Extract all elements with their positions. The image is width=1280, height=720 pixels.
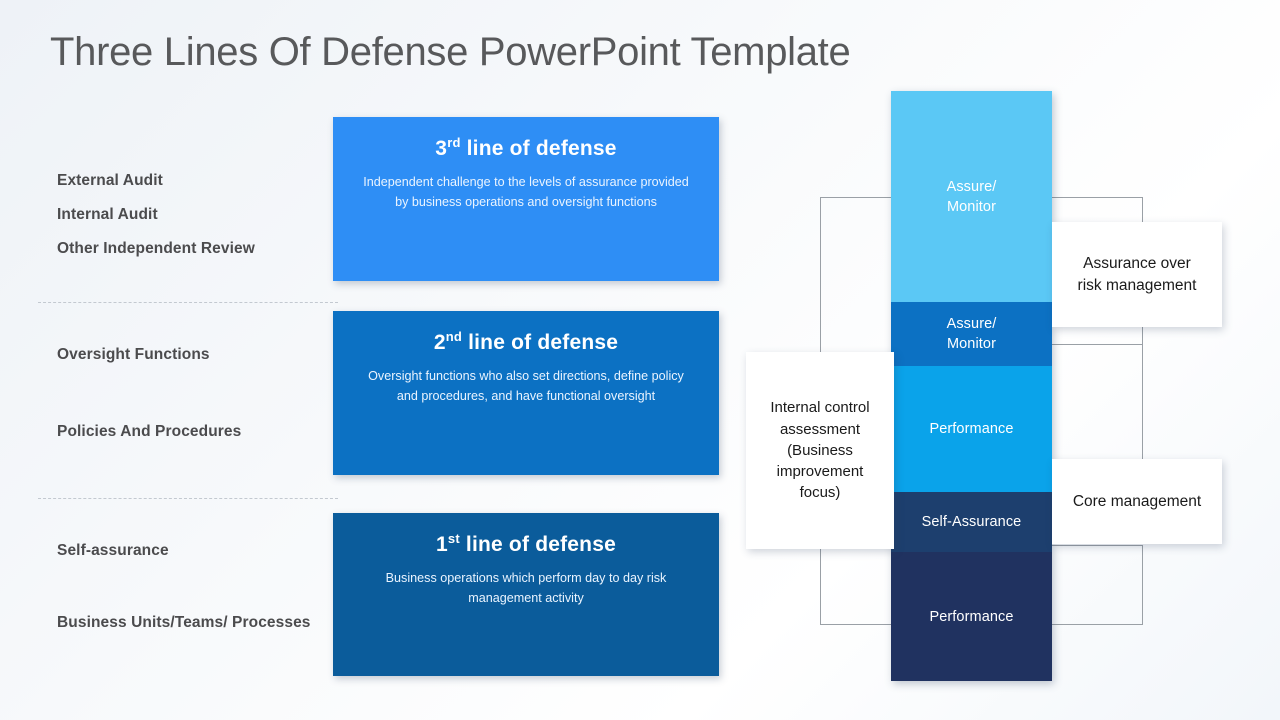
callout-internal-control-assessment[interactable]: Internal control assessment (Business im… (746, 352, 894, 549)
defense-line-title-rest-first: line of defense (459, 533, 616, 556)
label-self-assurance: Self-assurance (57, 542, 169, 559)
stack-segment-assure-monitor-top[interactable]: Assure/ Monitor (891, 91, 1052, 302)
stack-segment-performance-middle[interactable]: Performance (891, 366, 1052, 492)
callout-text: Internal control assessment (Business im… (770, 399, 870, 502)
defense-line-title-rest-third: line of defense (460, 137, 617, 160)
stack-segment-performance-bottom[interactable]: Performance (891, 552, 1052, 681)
defense-line-box-third[interactable]: 3rd line of defense Independent challeng… (333, 117, 719, 281)
callout-assurance-over-risk-management[interactable]: Assurance over risk management (1052, 222, 1222, 327)
label-oversight-functions: Oversight Functions (57, 346, 210, 363)
ordinal-suffix-first: st (447, 531, 460, 546)
stack-segment-label: Self-Assurance (921, 514, 1022, 530)
defense-line-box-second[interactable]: 2nd line of defense Oversight functions … (333, 311, 719, 475)
defense-line-title-second: 2nd line of defense (359, 329, 693, 354)
defense-line-box-first[interactable]: 1st line of defense Business operations … (333, 513, 719, 676)
defense-line-description-third: Independent challenge to the levels of a… (363, 175, 689, 209)
stack-segment-label: Performance (929, 608, 1014, 625)
stack-segment-label: Assure/ Monitor (946, 316, 997, 352)
ordinal-number-third: 3 (435, 137, 448, 160)
stacked-column: Assure/ Monitor Assure/ Monitor Performa… (891, 91, 1052, 681)
defense-line-description-second: Oversight functions who also set directi… (368, 369, 684, 403)
ordinal-suffix-second: nd (445, 329, 463, 344)
label-external-audit: External Audit (57, 172, 163, 189)
ordinal-number-first: 1 (436, 533, 448, 556)
label-group-second-line: Oversight Functions Policies And Procedu… (57, 346, 322, 500)
stack-segment-self-assurance[interactable]: Self-Assurance (891, 492, 1052, 552)
label-business-units-teams-processes: Business Units/Teams/ Processes (57, 613, 311, 631)
stack-segment-assure-monitor-second[interactable]: Assure/ Monitor (891, 302, 1052, 366)
callout-text: Assurance over risk management (1077, 254, 1197, 294)
page-title: Three Lines Of Defense PowerPoint Templa… (50, 30, 851, 74)
ordinal-suffix-third: rd (447, 135, 461, 150)
defense-line-title-first: 1st line of defense (359, 531, 693, 556)
label-group-third-line: External Audit Internal Audit Other Inde… (57, 172, 322, 274)
label-internal-audit: Internal Audit (57, 205, 158, 223)
defense-line-title-third: 3rd line of defense (359, 135, 693, 160)
defense-line-description-first: Business operations which perform day to… (385, 571, 667, 605)
defense-line-title-rest-second: line of defense (462, 331, 619, 354)
callout-core-management[interactable]: Core management (1052, 459, 1222, 544)
section-divider-upper (38, 302, 338, 303)
stack-segment-label: Performance (929, 421, 1014, 437)
ordinal-number-second: 2 (433, 331, 446, 354)
callout-text: Core management (1072, 492, 1202, 510)
label-other-independent-review: Other Independent Review (57, 239, 255, 257)
label-policies-and-procedures: Policies And Procedures (57, 422, 242, 440)
label-group-first-line: Self-assurance Business Units/Teams/ Pro… (57, 542, 322, 686)
stack-segment-label: Assure/ Monitor (946, 178, 997, 215)
slide-canvas: Three Lines Of Defense PowerPoint Templa… (0, 0, 1280, 720)
